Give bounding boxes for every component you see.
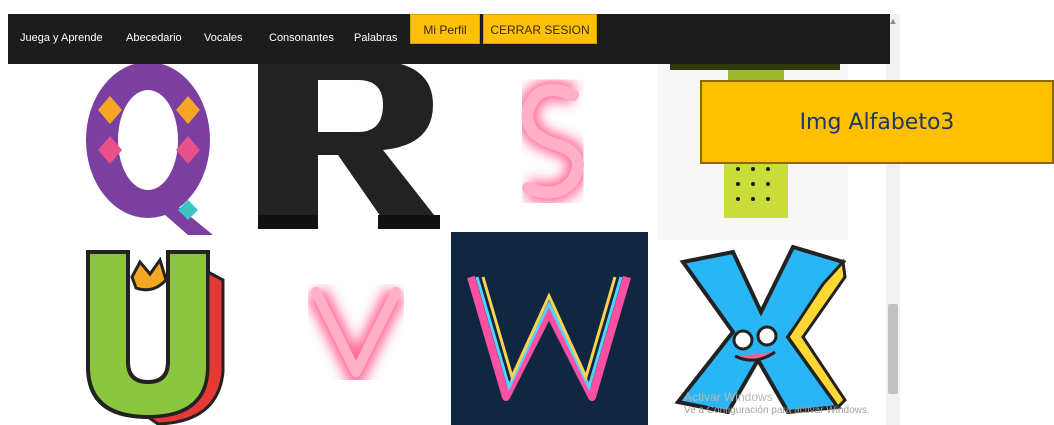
- letter-v-image: [268, 232, 448, 425]
- letter-u-image: [48, 232, 243, 425]
- image-caption-box: Img Alfabeto3: [700, 80, 1054, 164]
- letter-q-image: [58, 50, 248, 240]
- watermark-subtitle: Ve a Configuración para activar Windows.: [684, 405, 870, 416]
- page-viewport: Juega y Aprende Abecedario Vocales Conso…: [8, 14, 890, 425]
- windows-activation-watermark: Activar Windows Ve a Configuración para …: [684, 391, 870, 417]
- nav-item-abecedario[interactable]: Abecedario: [126, 32, 182, 44]
- logout-button[interactable]: CERRAR SESION: [483, 14, 597, 44]
- watermark-title: Activar Windows: [684, 390, 773, 404]
- profile-button[interactable]: Mi Perfil: [410, 14, 480, 44]
- letter-r-image: [248, 50, 448, 240]
- letter-w-image: [451, 232, 648, 425]
- top-navbar: Juega y Aprende Abecedario Vocales Conso…: [8, 14, 890, 64]
- letter-s-image: [478, 50, 628, 240]
- vertical-scrollbar[interactable]: ▲: [886, 14, 900, 425]
- nav-item-consonantes[interactable]: Consonantes: [269, 32, 334, 44]
- image-caption-text: Img Alfabeto3: [799, 109, 955, 135]
- scrollbar-thumb[interactable]: [888, 304, 898, 394]
- nav-item-vocales[interactable]: Vocales: [204, 32, 243, 44]
- nav-item-juega-y-aprende[interactable]: Juega y Aprende: [20, 32, 103, 44]
- nav-item-palabras[interactable]: Palabras: [354, 32, 397, 44]
